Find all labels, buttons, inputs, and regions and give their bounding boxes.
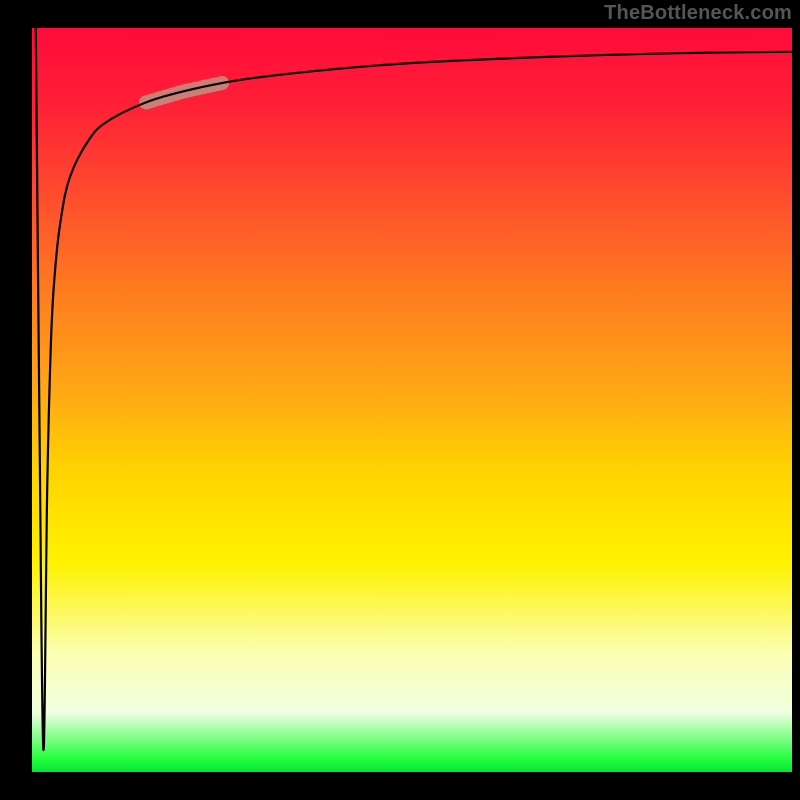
plot-area [32, 28, 792, 772]
attribution-label: TheBottleneck.com [604, 2, 792, 25]
bottleneck-curve [36, 28, 792, 750]
chart-frame: TheBottleneck.com [0, 0, 800, 800]
curve-svg [32, 28, 792, 772]
